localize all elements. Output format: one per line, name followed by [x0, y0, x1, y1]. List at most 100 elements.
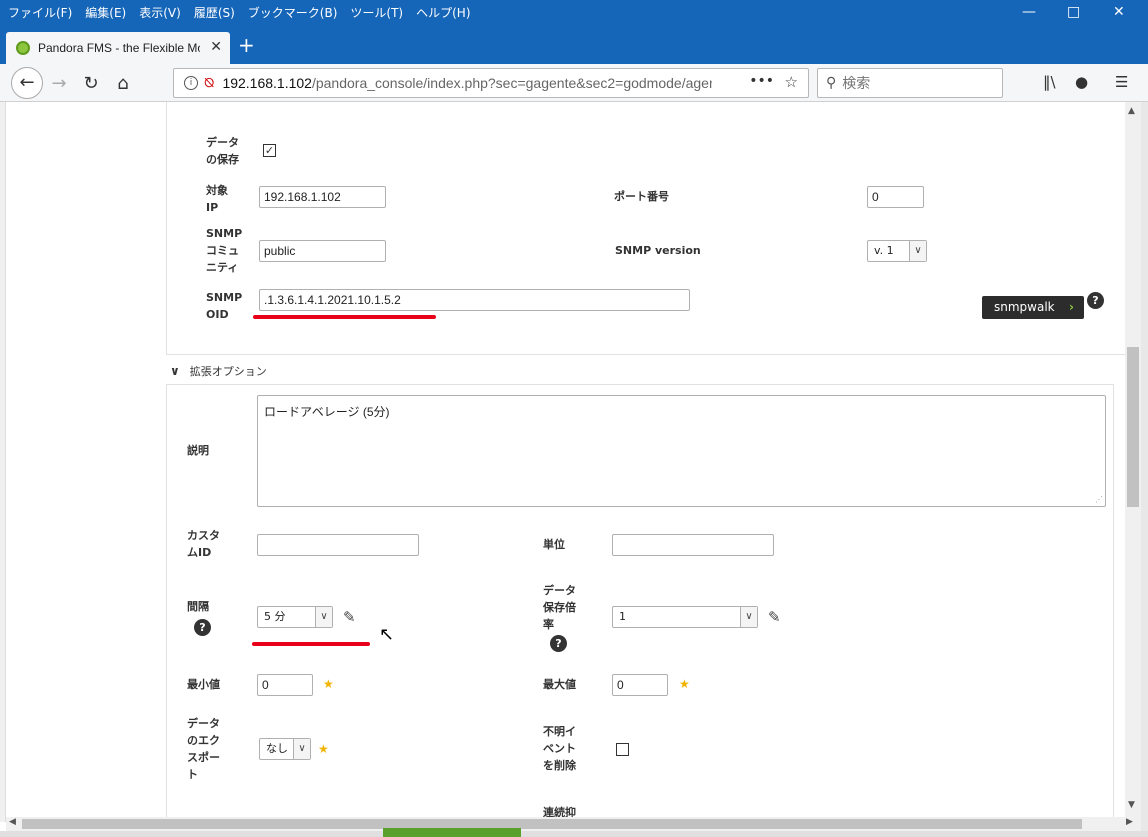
- discard-unknown-checkbox[interactable]: [616, 743, 629, 756]
- help-icon[interactable]: ?: [194, 619, 211, 636]
- resize-grip-icon[interactable]: ⋰: [1095, 495, 1103, 504]
- chevron-down-icon: ∨: [293, 739, 310, 759]
- hamburger-menu-icon[interactable]: ☰: [1115, 73, 1128, 91]
- snmp-version-label: SNMP version: [615, 244, 701, 257]
- store-data-checkbox[interactable]: ✓: [263, 144, 276, 157]
- window-frame-bottom: [0, 831, 1148, 837]
- max-label: 最大値: [543, 678, 576, 691]
- port-input[interactable]: 0: [867, 186, 924, 208]
- advanced-options-label: 拡張オプション: [189, 365, 267, 378]
- vertical-scrollbar[interactable]: ▲ ▼: [1125, 102, 1141, 817]
- red-underline-annotation: [252, 642, 370, 646]
- vertical-scroll-thumb[interactable]: [1127, 347, 1139, 507]
- advanced-options-toggle[interactable]: ∨ 拡張オプション: [170, 363, 267, 379]
- close-window-icon[interactable]: ✕: [1113, 4, 1125, 20]
- url-host: 192.168.1.102: [222, 75, 312, 91]
- star-icon: ★: [318, 742, 329, 756]
- community-label: SNMPコミュニティ: [206, 227, 243, 274]
- retention-label: データ保存倍率: [543, 584, 576, 631]
- target-ip-input[interactable]: 192.168.1.102: [259, 186, 386, 208]
- maximize-icon[interactable]: □: [1067, 4, 1080, 20]
- home-icon[interactable]: ⌂: [109, 70, 137, 98]
- snmp-version-select[interactable]: v. 1 ∨: [867, 240, 927, 262]
- snmp-version-value: v. 1: [874, 244, 894, 257]
- help-icon[interactable]: ?: [550, 635, 567, 652]
- retention-value: 1: [619, 610, 626, 623]
- red-underline-annotation: [253, 315, 436, 319]
- star-icon: ★: [679, 677, 690, 691]
- snmpwalk-button[interactable]: snmpwalk ›: [982, 296, 1084, 319]
- export-select[interactable]: なし ∨: [259, 738, 311, 760]
- url-text[interactable]: 192.168.1.102/pandora_console/index.php?…: [222, 75, 712, 91]
- menu-history[interactable]: 履歴(S): [194, 4, 235, 21]
- store-data-label: データの保存: [206, 136, 239, 166]
- forward-icon[interactable]: →: [45, 70, 73, 98]
- extensions-icon[interactable]: ●: [1075, 73, 1088, 91]
- close-tab-icon[interactable]: ✕: [210, 39, 222, 55]
- chevron-down-icon: ∨: [315, 607, 332, 627]
- unit-label: 単位: [543, 538, 565, 551]
- oid-input[interactable]: .1.3.6.1.4.1.2021.10.1.5.2: [259, 289, 690, 311]
- url-path: /pandora_console/index.php?sec=gagente&s…: [311, 75, 713, 91]
- menu-file[interactable]: ファイル(F): [8, 4, 72, 21]
- chevron-right-icon: ›: [1069, 300, 1074, 314]
- search-input[interactable]: [842, 75, 983, 91]
- menu-bookmarks[interactable]: ブックマーク(B): [248, 4, 338, 21]
- navigation-toolbar: ← → ↻ ⌂ i ⦰ 192.168.1.102/pandora_consol…: [0, 64, 1148, 102]
- new-tab-icon[interactable]: +: [238, 33, 255, 57]
- custom-id-input[interactable]: [257, 534, 419, 556]
- community-input[interactable]: public: [259, 240, 386, 262]
- page-actions-icon[interactable]: •••: [749, 73, 774, 89]
- horizontal-scroll-thumb[interactable]: [22, 819, 1082, 829]
- discard-unknown-label: 不明イベントを削除: [543, 725, 576, 772]
- info-icon[interactable]: i: [184, 76, 198, 90]
- interval-label: 間隔: [187, 600, 209, 613]
- search-icon: ⚲: [826, 75, 837, 91]
- oid-label: SNMP OID: [206, 291, 243, 321]
- min-input[interactable]: 0: [257, 674, 313, 696]
- scroll-down-icon[interactable]: ▼: [1128, 800, 1135, 810]
- unit-input[interactable]: [612, 534, 774, 556]
- mouse-cursor-icon: ↖: [379, 624, 395, 645]
- reload-icon[interactable]: ↻: [77, 70, 105, 98]
- tab-strip: Pandora FMS - the Flexible Mo ✕: [0, 28, 1148, 64]
- bookmark-star-icon[interactable]: ☆: [785, 73, 798, 91]
- menu-help[interactable]: ヘルプ(H): [416, 4, 470, 21]
- library-icon[interactable]: ‖\: [1043, 73, 1056, 91]
- interval-select[interactable]: 5 分 ∨: [257, 606, 333, 628]
- chevron-down-icon: ∨: [170, 364, 180, 378]
- retention-select[interactable]: 1 ∨: [612, 606, 758, 628]
- export-label: データのエクスポート: [187, 717, 220, 781]
- custom-id-label: カスタムID: [187, 529, 220, 559]
- menu-view[interactable]: 表示(V): [139, 4, 181, 21]
- scroll-left-icon[interactable]: ◀: [9, 817, 16, 827]
- window-frame-right: [1141, 102, 1148, 837]
- description-label: 説明: [187, 444, 209, 457]
- back-icon[interactable]: ←: [11, 67, 43, 99]
- pandora-favicon-icon: [16, 41, 30, 55]
- chevron-down-icon: ∨: [909, 241, 926, 261]
- minimize-icon[interactable]: —: [1022, 4, 1036, 20]
- search-bar[interactable]: ⚲: [817, 68, 1003, 98]
- description-textarea[interactable]: ロードアベレージ (5分) ⋰: [257, 395, 1106, 507]
- help-icon[interactable]: ?: [1087, 292, 1104, 309]
- page-content: データの保存 ✓ 対象IP 192.168.1.102 ポート番号 0 SNMP…: [6, 102, 1125, 817]
- chevron-down-icon: ∨: [740, 607, 757, 627]
- insecure-lock-icon: ⦰: [204, 75, 215, 91]
- background-window-strip: [383, 828, 521, 837]
- browser-tab[interactable]: Pandora FMS - the Flexible Mo ✕: [6, 32, 230, 64]
- menu-tools[interactable]: ツール(T): [350, 4, 403, 21]
- menu-bar: ファイル(F) 編集(E) 表示(V) 履歴(S) ブックマーク(B) ツール(…: [0, 0, 1148, 28]
- horizontal-scrollbar[interactable]: ◀ ▶: [6, 817, 1141, 831]
- star-icon: ★: [323, 677, 334, 691]
- max-input[interactable]: 0: [612, 674, 668, 696]
- next-field-label: 連続抑: [543, 806, 576, 817]
- menu-edit[interactable]: 編集(E): [85, 4, 126, 21]
- edit-pencil-icon[interactable]: ✎: [343, 608, 356, 626]
- scroll-right-icon[interactable]: ▶: [1126, 817, 1133, 827]
- snmpwalk-label: snmpwalk: [994, 300, 1055, 314]
- url-bar[interactable]: i ⦰ 192.168.1.102/pandora_console/index.…: [173, 68, 809, 98]
- export-value: なし: [266, 742, 288, 755]
- edit-pencil-icon[interactable]: ✎: [768, 608, 781, 626]
- scroll-up-icon[interactable]: ▲: [1128, 106, 1135, 116]
